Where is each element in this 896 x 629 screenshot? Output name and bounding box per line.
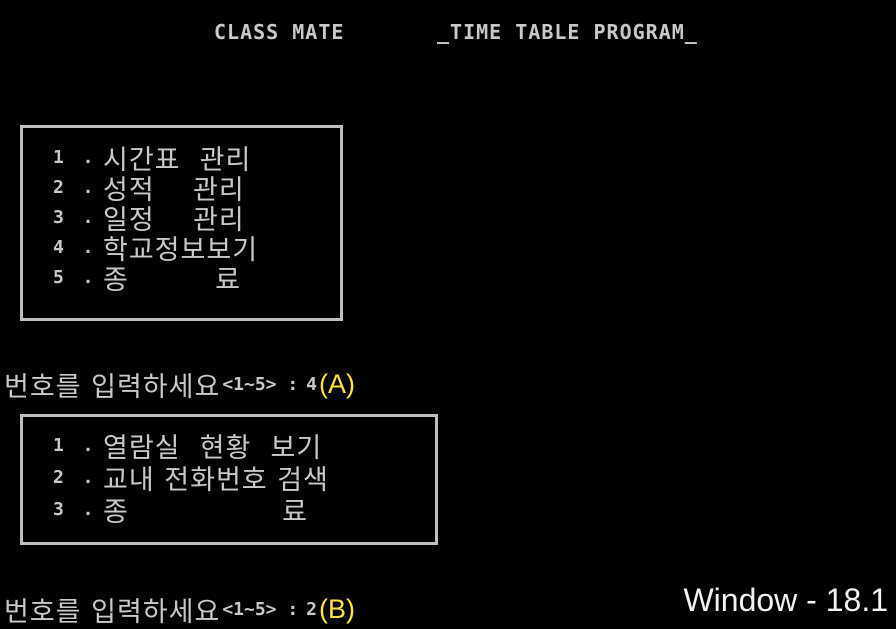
menu-item-number: 3 bbox=[53, 498, 64, 520]
prompt-text: 번호를 입력하세요 bbox=[4, 597, 221, 628]
prompt-line-a[interactable]: 번호를 입력하세요 <1~5> : 4 (A) bbox=[4, 365, 355, 404]
prompt-range: <1~5> : bbox=[222, 374, 299, 395]
main-menu-box: 1 . 시간표 관리 2 . 성적 관리 3 . 일정 관리 4 . 학교정보보… bbox=[20, 125, 343, 321]
menu-item-number: 5 bbox=[53, 266, 64, 288]
menu-item-number: 1 bbox=[53, 146, 64, 168]
menu-item-number: 1 bbox=[53, 434, 64, 456]
sub-menu-item-2: 2 . 교내 전화번호 검색 bbox=[53, 461, 329, 496]
annotation-label-b: (B) bbox=[319, 594, 356, 624]
menu-item-dot: . bbox=[82, 266, 94, 288]
main-menu-item-5: 5 . 종 료 bbox=[53, 262, 258, 296]
menu-item-number: 4 bbox=[53, 236, 64, 258]
menu-item-label: 종 료 bbox=[103, 496, 309, 528]
menu-item-number: 2 bbox=[53, 176, 64, 198]
menu-item-label: 종 료 bbox=[103, 264, 241, 296]
menu-item-dot: . bbox=[82, 206, 94, 228]
prompt-line-b[interactable]: 번호를 입력하세요 <1~5> : 2 (B) bbox=[4, 590, 355, 629]
sub-menu-item-1: 1 . 열람실 현황 보기 bbox=[53, 429, 329, 464]
menu-item-dot: . bbox=[82, 176, 94, 198]
program-title: _TIME TABLE PROGRAM_ bbox=[437, 20, 698, 44]
app-name: CLASS MATE bbox=[214, 20, 345, 44]
menu-item-dot: . bbox=[82, 498, 94, 520]
sub-menu-item-3: 3 . 종 료 bbox=[53, 493, 329, 528]
annotation-label-a: (A) bbox=[319, 369, 356, 399]
menu-item-number: 2 bbox=[53, 466, 64, 488]
prompt-text: 번호를 입력하세요 bbox=[4, 372, 221, 403]
console-window: CLASS MATE _TIME TABLE PROGRAM_ 1 . 시간표 … bbox=[0, 0, 896, 628]
menu-item-dot: . bbox=[82, 236, 94, 258]
prompt-range: <1~5> : bbox=[222, 599, 299, 620]
menu-item-dot: . bbox=[82, 434, 94, 456]
menu-item-dot: . bbox=[82, 466, 94, 488]
title-bar: CLASS MATE _TIME TABLE PROGRAM_ bbox=[0, 16, 896, 56]
figure-caption: Window - 18.1 bbox=[683, 582, 888, 618]
sub-menu-box: 1 . 열람실 현황 보기 2 . 교내 전화번호 검색 3 . 종 료 bbox=[20, 414, 438, 545]
menu-item-dot: . bbox=[82, 146, 94, 168]
menu-item-number: 3 bbox=[53, 206, 64, 228]
sub-menu-list: 1 . 열람실 현황 보기 2 . 교내 전화번호 검색 3 . 종 료 bbox=[53, 429, 329, 528]
prompt-input-value[interactable]: 2 bbox=[306, 599, 317, 620]
prompt-input-value[interactable]: 4 bbox=[306, 374, 317, 395]
main-menu-list: 1 . 시간표 관리 2 . 성적 관리 3 . 일정 관리 4 . 학교정보보… bbox=[53, 142, 258, 296]
